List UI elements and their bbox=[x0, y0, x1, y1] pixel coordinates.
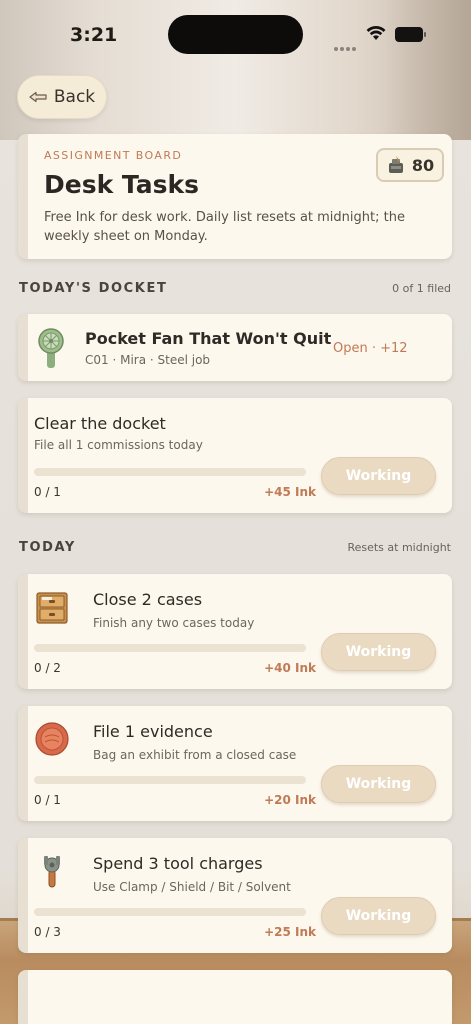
task-title: Spend 3 tool charges bbox=[93, 854, 263, 873]
clear-docket-goal: Clear the docket File all 1 commissions … bbox=[18, 398, 452, 513]
task-title: File 1 evidence bbox=[93, 722, 213, 741]
page-title: Desk Tasks bbox=[44, 170, 200, 199]
docket-section-meta: 0 of 1 filed bbox=[392, 282, 451, 295]
goal-working-button[interactable]: Working bbox=[321, 457, 436, 495]
battery-icon bbox=[395, 27, 427, 42]
task-working-button[interactable]: Working bbox=[321, 633, 436, 671]
header-eyebrow: ASSIGNMENT BOARD bbox=[44, 149, 183, 162]
task-card: Close 2 cases Finish any two cases today… bbox=[18, 574, 452, 689]
pocket-fan-icon bbox=[38, 328, 64, 368]
task-progress-count: 0 / 2 bbox=[34, 661, 61, 675]
goal-progress-bar bbox=[34, 468, 306, 476]
task-progress-bar bbox=[34, 908, 306, 916]
task-reward: +40 Ink bbox=[264, 661, 316, 675]
status-time: 3:21 bbox=[70, 24, 118, 46]
cabinet-icon bbox=[36, 592, 68, 624]
today-section-meta: Resets at midnight bbox=[347, 541, 451, 554]
task-subtitle: Bag an exhibit from a closed case bbox=[93, 748, 297, 762]
task-progress-count: 0 / 1 bbox=[34, 793, 61, 807]
task-card: File 1 evidence Bag an exhibit from a cl… bbox=[18, 706, 452, 821]
docket-item-title: Pocket Fan That Won't Quit bbox=[85, 329, 332, 348]
task-card: Spend 3 tool charges Use Clamp / Shield … bbox=[18, 838, 452, 953]
task-reward: +20 Ink bbox=[264, 793, 316, 807]
ink-bottle-icon bbox=[388, 156, 403, 173]
status-bar: 3:21 bbox=[0, 0, 471, 68]
cellular-signal-icon bbox=[334, 36, 358, 51]
task-card-partial bbox=[18, 970, 452, 1024]
goal-title: Clear the docket bbox=[34, 414, 166, 433]
task-title: Close 2 cases bbox=[93, 590, 203, 609]
task-working-button[interactable]: Working bbox=[321, 765, 436, 803]
back-arrow-icon bbox=[29, 91, 47, 103]
clamp-tool-icon bbox=[44, 856, 60, 888]
back-button[interactable]: Back bbox=[17, 75, 107, 119]
task-subtitle: Finish any two cases today bbox=[93, 616, 255, 630]
goal-subtitle: File all 1 commissions today bbox=[34, 438, 203, 452]
wifi-icon bbox=[366, 25, 386, 40]
today-section-title: TODAY bbox=[19, 540, 76, 555]
task-subtitle: Use Clamp / Shield / Bit / Solvent bbox=[93, 880, 291, 894]
assignment-board-header: ASSIGNMENT BOARD Desk Tasks Free Ink for… bbox=[18, 134, 452, 259]
docket-item-status: Open · +12 bbox=[333, 341, 408, 356]
docket-section-title: TODAY'S DOCKET bbox=[19, 281, 168, 296]
goal-reward: +45 Ink bbox=[264, 485, 316, 499]
evidence-dish-icon bbox=[35, 722, 69, 756]
goal-progress-count: 0 / 1 bbox=[34, 485, 61, 499]
task-progress-count: 0 / 3 bbox=[34, 925, 61, 939]
docket-commission-item[interactable]: Pocket Fan That Won't Quit C01 · Mira · … bbox=[18, 314, 452, 381]
task-reward: +25 Ink bbox=[264, 925, 316, 939]
ink-balance-value: 80 bbox=[411, 155, 435, 175]
dynamic-island bbox=[168, 15, 303, 54]
back-button-label: Back bbox=[53, 87, 96, 107]
task-progress-bar bbox=[34, 776, 306, 784]
task-progress-bar bbox=[34, 644, 306, 652]
ink-balance-badge[interactable]: 80 bbox=[376, 148, 444, 182]
header-description: Free Ink for desk work. Daily list reset… bbox=[44, 210, 405, 244]
docket-item-subtitle: C01 · Mira · Steel job bbox=[85, 353, 211, 367]
task-working-button[interactable]: Working bbox=[321, 897, 436, 935]
